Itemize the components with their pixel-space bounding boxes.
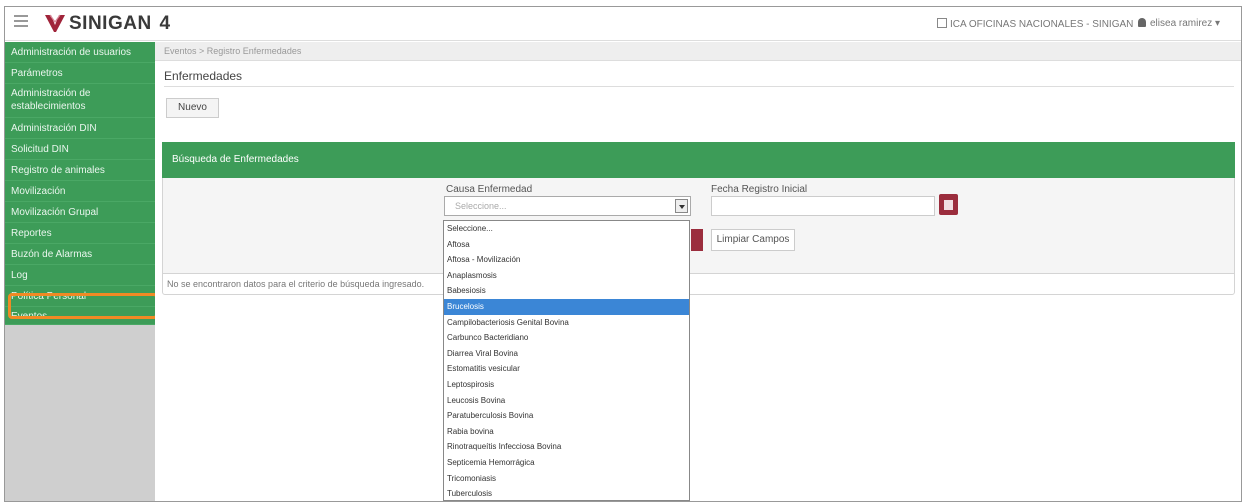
search-panel-title: Búsqueda de Enfermedades bbox=[162, 142, 1235, 178]
dropdown-option[interactable]: Aftosa - Movilización bbox=[444, 252, 689, 268]
chevron-down-icon: ▾ bbox=[1215, 18, 1221, 29]
building-icon bbox=[937, 18, 947, 28]
office-selector[interactable]: ICA OFICINAS NACIONALES - SINIGAN bbox=[937, 18, 1133, 30]
dropdown-option[interactable]: Septicemia Hemorrágica bbox=[444, 455, 689, 471]
clear-fields-button[interactable]: Limpiar Campos bbox=[711, 229, 795, 251]
app-version: 4 bbox=[159, 13, 171, 34]
menu-icon[interactable] bbox=[14, 15, 28, 29]
dropdown-option[interactable]: Tuberculosis bbox=[444, 486, 689, 501]
date-input[interactable] bbox=[711, 196, 935, 216]
dropdown-option[interactable]: Leucosis Bovina bbox=[444, 393, 689, 409]
app-logo-text: SINIGAN 4 bbox=[69, 13, 171, 35]
sidebar-item-solicitud-din[interactable]: Solicitud DIN bbox=[5, 139, 155, 160]
sidebar-item-admin-din[interactable]: Administración DIN bbox=[5, 118, 155, 139]
user-icon bbox=[1138, 18, 1146, 27]
sidebar-item-movilizacion-grupal[interactable]: Movilización Grupal bbox=[5, 202, 155, 223]
app-window: SINIGAN 4 ICA OFICINAS NACIONALES - SINI… bbox=[4, 6, 1242, 502]
dropdown-option[interactable]: Rabia bovina bbox=[444, 424, 689, 440]
sidebar-menu: Administración de usuarios Parámetros Ad… bbox=[5, 42, 155, 325]
sidebar-item-establecimientos[interactable]: Administración de establecimientos bbox=[5, 84, 155, 118]
dropdown-option[interactable]: Seleccione... bbox=[444, 221, 689, 237]
chevron-down-icon bbox=[675, 199, 688, 213]
sidebar-item-usuarios[interactable]: Administración de usuarios bbox=[5, 42, 155, 63]
sidebar-item-parametros[interactable]: Parámetros bbox=[5, 63, 155, 84]
dropdown-option[interactable]: Babesiosis bbox=[444, 283, 689, 299]
sidebar-item-reportes[interactable]: Reportes bbox=[5, 223, 155, 244]
user-menu[interactable]: elisea ramirez ▾ bbox=[1138, 18, 1220, 29]
search-button[interactable] bbox=[691, 229, 703, 251]
cause-label: Causa Enfermedad bbox=[446, 184, 533, 195]
dropdown-option[interactable]: Campilobacteriosis Genital Bovina bbox=[444, 315, 689, 331]
dropdown-option[interactable]: Carbunco Bacteridiano bbox=[444, 330, 689, 346]
sidebar-item-movilizacion[interactable]: Movilización bbox=[5, 181, 155, 202]
eventos-highlight-box bbox=[8, 293, 158, 319]
dropdown-option[interactable]: Estomatitis vesicular bbox=[444, 361, 689, 377]
user-name: elisea ramirez bbox=[1150, 18, 1213, 29]
search-panel: Búsqueda de Enfermedades Causa Enfermeda… bbox=[162, 142, 1235, 292]
sidebar: Administración de usuarios Parámetros Ad… bbox=[5, 42, 155, 501]
logo-icon bbox=[45, 14, 65, 32]
top-bar: SINIGAN 4 ICA OFICINAS NACIONALES - SINI… bbox=[5, 7, 1241, 41]
date-label: Fecha Registro Inicial bbox=[711, 184, 808, 195]
cause-dropdown-list: Seleccione... Aftosa Aftosa - Movilización… bbox=[443, 220, 690, 501]
breadcrumb: Eventos > Registro Enfermedades bbox=[155, 42, 1241, 61]
office-label: ICA OFICINAS NACIONALES - SINIGAN bbox=[950, 19, 1134, 30]
main-content: Eventos > Registro Enfermedades Enfermed… bbox=[155, 42, 1241, 501]
dropdown-option[interactable]: Leptospirosis bbox=[444, 377, 689, 393]
dropdown-option[interactable]: Anaplasmosis bbox=[444, 268, 689, 284]
dropdown-option[interactable]: Brucelosis bbox=[444, 298, 689, 315]
title-divider bbox=[164, 86, 1234, 87]
cause-select-value: Seleccione... bbox=[455, 201, 507, 211]
new-button[interactable]: Nuevo bbox=[166, 98, 219, 118]
no-results-message: No se encontraron datos para el criterio… bbox=[162, 273, 1235, 295]
dropdown-option[interactable]: Aftosa bbox=[444, 237, 689, 253]
app-name: SINIGAN bbox=[69, 13, 152, 34]
cause-select[interactable]: Seleccione... bbox=[444, 196, 691, 216]
dropdown-option[interactable]: Tricomoniasis bbox=[444, 471, 689, 487]
page-title: Enfermedades bbox=[164, 69, 243, 83]
sidebar-item-buzon-alarmas[interactable]: Buzón de Alarmas bbox=[5, 244, 155, 265]
dropdown-option[interactable]: Paratuberculosis Bovina bbox=[444, 408, 689, 424]
sidebar-item-registro-animales[interactable]: Registro de animales bbox=[5, 160, 155, 181]
sidebar-item-log[interactable]: Log bbox=[5, 265, 155, 286]
dropdown-option[interactable]: Diarrea Viral Bovina bbox=[444, 346, 689, 362]
dropdown-option[interactable]: Rinotraqueítis Infecciosa Bovina bbox=[444, 439, 689, 455]
calendar-icon[interactable] bbox=[939, 194, 958, 215]
